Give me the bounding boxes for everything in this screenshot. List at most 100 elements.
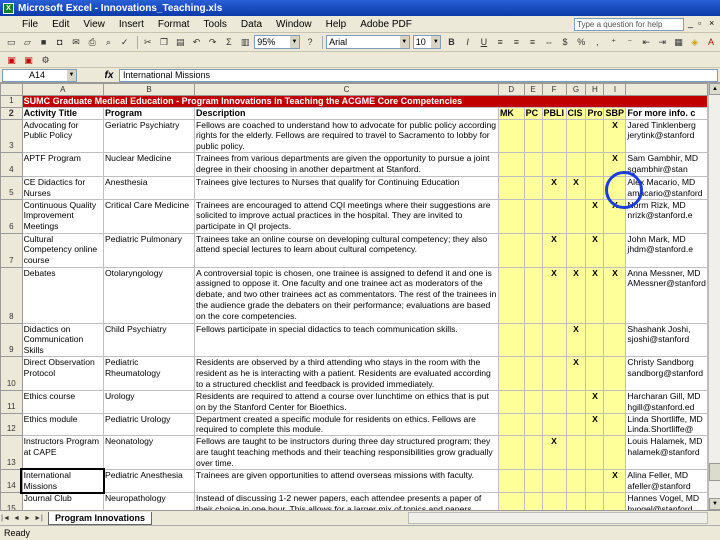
header-cell[interactable]: MK xyxy=(497,106,525,120)
convert-pdf-icon[interactable]: ▣ xyxy=(4,53,19,67)
contact-cell[interactable]: Hannes Vogel, MD hvogel@stanford xyxy=(625,491,708,510)
competency-mark-cell[interactable] xyxy=(585,322,605,357)
competency-mark-cell[interactable] xyxy=(523,118,543,153)
description-cell[interactable]: Department created a specific module for… xyxy=(194,412,499,437)
program-cell[interactable]: Pediatric Rheumatology xyxy=(102,355,196,391)
row-header[interactable]: 5 xyxy=(0,175,23,200)
first-sheet-icon[interactable]: |◄ xyxy=(0,515,11,522)
column-header[interactable] xyxy=(625,83,708,96)
align-left-icon[interactable]: ≡ xyxy=(493,35,507,49)
contact-cell[interactable]: Louis Halamek, MD halamek@stanford xyxy=(625,435,708,471)
contact-cell[interactable]: Sam Gambhir, MD sgambhir@stan xyxy=(625,151,708,177)
competency-mark-cell[interactable]: X xyxy=(541,266,567,324)
activity-cell[interactable]: Direct Observation Protocol xyxy=(21,355,104,391)
column-header[interactable]: H xyxy=(585,83,605,96)
scroll-thumb[interactable] xyxy=(709,463,720,481)
save-icon[interactable]: ■ xyxy=(36,35,50,49)
competency-mark-cell[interactable] xyxy=(541,355,567,391)
description-cell[interactable]: A controversial topic is chosen, one tra… xyxy=(194,266,499,324)
row-header[interactable]: 14 xyxy=(0,469,23,493)
competency-mark-cell[interactable]: X xyxy=(603,266,627,324)
competency-mark-cell[interactable] xyxy=(565,118,587,153)
description-cell[interactable]: Trainees give lectures to Nurses that qu… xyxy=(194,175,499,200)
competency-mark-cell[interactable] xyxy=(523,232,543,268)
header-cell[interactable]: Activity Title xyxy=(21,106,104,120)
row-header[interactable]: 3 xyxy=(0,118,23,153)
chevron-down-icon[interactable]: ▼ xyxy=(67,69,76,81)
row-header[interactable]: 8 xyxy=(0,266,23,324)
program-cell[interactable]: Neuropathology xyxy=(102,491,196,510)
menu-insert[interactable]: Insert xyxy=(119,19,144,30)
bold-icon[interactable]: B xyxy=(444,35,458,49)
competency-mark-cell[interactable] xyxy=(603,491,627,510)
header-cell[interactable]: Description xyxy=(194,106,499,120)
program-cell[interactable]: Neonatology xyxy=(102,435,196,471)
chevron-down-icon[interactable]: ▼ xyxy=(399,36,409,48)
competency-mark-cell[interactable] xyxy=(585,175,605,200)
competency-mark-cell[interactable] xyxy=(523,389,543,414)
competency-mark-cell[interactable] xyxy=(497,435,525,471)
select-all-corner[interactable] xyxy=(0,83,23,96)
menu-edit[interactable]: Edit xyxy=(52,19,69,30)
description-cell[interactable]: Fellows participate in special didactics… xyxy=(194,322,499,357)
italic-icon[interactable]: I xyxy=(461,35,475,49)
competency-mark-cell[interactable]: X xyxy=(541,175,567,200)
competency-mark-cell[interactable]: X xyxy=(585,266,605,324)
contact-cell[interactable]: Norm Rizk, MD nrizk@stanford.e xyxy=(625,198,708,234)
competency-mark-cell[interactable]: X xyxy=(565,322,587,357)
competency-mark-cell[interactable]: X xyxy=(585,198,605,234)
competency-mark-cell[interactable] xyxy=(523,491,543,510)
competency-mark-cell[interactable] xyxy=(603,412,627,437)
competency-mark-cell[interactable] xyxy=(497,322,525,357)
program-cell[interactable]: Pediatric Anesthesia xyxy=(102,469,196,493)
header-cell[interactable]: Program xyxy=(102,106,196,120)
competency-mark-cell[interactable] xyxy=(497,469,525,493)
contact-cell[interactable]: Harcharan Gill, MD hgill@stanford.ed xyxy=(625,389,708,414)
menu-window[interactable]: Window xyxy=(276,19,312,30)
contact-cell[interactable]: Jared Tinklenberg jerytink@stanford xyxy=(625,118,708,153)
competency-mark-cell[interactable] xyxy=(523,412,543,437)
competency-mark-cell[interactable] xyxy=(541,322,567,357)
activity-cell[interactable]: Didactics on Communication Skills xyxy=(21,322,104,357)
row-header[interactable]: 10 xyxy=(0,355,23,391)
competency-mark-cell[interactable]: X xyxy=(585,232,605,268)
decrease-indent-icon[interactable]: ⇤ xyxy=(639,35,653,49)
row-header[interactable]: 7 xyxy=(0,232,23,268)
competency-mark-cell[interactable] xyxy=(585,355,605,391)
competency-mark-cell[interactable] xyxy=(541,412,567,437)
competency-mark-cell[interactable] xyxy=(497,175,525,200)
copy-icon[interactable]: ❐ xyxy=(157,35,171,49)
align-right-icon[interactable]: ≡ xyxy=(525,35,539,49)
competency-mark-cell[interactable] xyxy=(565,232,587,268)
row-header[interactable]: 6 xyxy=(0,198,23,234)
activity-cell[interactable]: CE Didactics for Nurses xyxy=(21,175,104,200)
increase-indent-icon[interactable]: ⇥ xyxy=(655,35,669,49)
competency-mark-cell[interactable] xyxy=(523,198,543,234)
menu-adobe-pdf[interactable]: Adobe PDF xyxy=(360,19,412,30)
competency-mark-cell[interactable]: X xyxy=(585,389,605,414)
new-icon[interactable]: ▭ xyxy=(4,35,18,49)
competency-mark-cell[interactable] xyxy=(541,151,567,177)
activity-cell[interactable]: Debates xyxy=(21,266,104,324)
contact-cell[interactable]: Linda Shortliffe, MD Linda.Shortliffe@ xyxy=(625,412,708,437)
program-cell[interactable]: Otolaryngology xyxy=(102,266,196,324)
row-header[interactable]: 4 xyxy=(0,151,23,177)
program-cell[interactable]: Pediatric Pulmonary xyxy=(102,232,196,268)
competency-mark-cell[interactable] xyxy=(565,491,587,510)
help-icon[interactable]: ? xyxy=(303,35,317,49)
competency-mark-cell[interactable]: X xyxy=(565,175,587,200)
cut-icon[interactable]: ✂ xyxy=(141,35,155,49)
font-color-icon[interactable]: A xyxy=(704,35,718,49)
column-header[interactable]: B xyxy=(102,83,196,96)
description-cell[interactable]: Fellows are coached to understand how to… xyxy=(194,118,499,153)
competency-mark-cell[interactable] xyxy=(497,198,525,234)
chevron-down-icon[interactable]: ▼ xyxy=(289,36,299,48)
close-icon[interactable]: × xyxy=(709,18,714,28)
competency-mark-cell[interactable] xyxy=(565,198,587,234)
activity-cell[interactable]: Continuous Quality Improvement Meetings xyxy=(21,198,104,234)
activity-cell[interactable]: Ethics course xyxy=(21,389,104,414)
activity-cell[interactable]: Instructors Program at CAPE xyxy=(21,435,104,471)
competency-mark-cell[interactable] xyxy=(541,491,567,510)
column-header[interactable]: A xyxy=(21,83,104,96)
underline-icon[interactable]: U xyxy=(477,35,491,49)
